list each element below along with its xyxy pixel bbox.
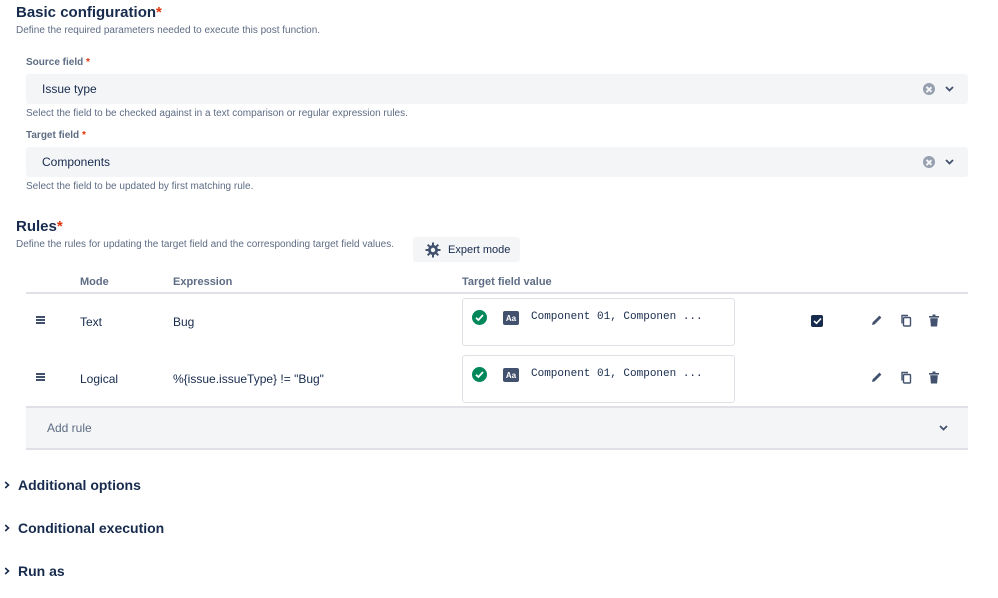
rules-description: Define the rules for updating the target… bbox=[16, 239, 395, 250]
required-asterisk: * bbox=[81, 130, 86, 141]
required-asterisk: * bbox=[56, 218, 63, 235]
source-field-label: Source field * bbox=[26, 57, 90, 68]
text-type-icon: Aa bbox=[503, 311, 519, 325]
basic-configuration-title: Basic configuration bbox=[16, 4, 157, 21]
expert-mode-button[interactable]: Expert mode bbox=[413, 237, 521, 262]
chevron-right-icon bbox=[4, 524, 10, 532]
copy-icon[interactable] bbox=[899, 313, 913, 327]
copy-icon[interactable] bbox=[899, 370, 913, 384]
chevron-down-icon[interactable] bbox=[945, 85, 954, 94]
additional-options-toggle[interactable]: Additional options bbox=[4, 477, 141, 493]
rule-checkbox[interactable] bbox=[811, 315, 823, 327]
additional-options-label: Additional options bbox=[18, 477, 141, 493]
table-row: Text Bug Aa Component 01, Componen ... bbox=[26, 296, 968, 346]
source-field-label-text: Source field bbox=[26, 57, 84, 68]
source-field-value: Issue type bbox=[42, 82, 97, 96]
trash-icon[interactable] bbox=[927, 370, 941, 384]
add-rule-select[interactable]: Add rule bbox=[32, 414, 962, 442]
chevron-down-icon[interactable] bbox=[939, 424, 948, 433]
run-as-toggle[interactable]: Run as bbox=[4, 563, 65, 579]
chevron-right-icon bbox=[4, 567, 10, 575]
add-rule-placeholder: Add rule bbox=[47, 421, 92, 435]
target-field-value: Components bbox=[42, 155, 111, 169]
check-circle-icon bbox=[472, 310, 487, 325]
table-row: Logical %{issue.issueType} != "Bug" Aa C… bbox=[26, 353, 968, 403]
text-type-icon: Aa bbox=[503, 368, 519, 382]
target-value-box: Aa Component 01, Componen ... bbox=[462, 355, 735, 403]
target-field-label-text: Target field bbox=[26, 130, 80, 141]
rule-mode: Text bbox=[80, 315, 103, 329]
rule-mode: Logical bbox=[80, 372, 119, 386]
target-field-select[interactable]: Components bbox=[26, 147, 968, 177]
clear-icon[interactable] bbox=[923, 156, 935, 168]
rules-table-header: Mode Expression Target field value bbox=[26, 272, 968, 294]
target-value-text: Component 01, Componen ... bbox=[531, 368, 703, 380]
required-asterisk: * bbox=[156, 4, 162, 21]
target-value-text: Component 01, Componen ... bbox=[531, 311, 703, 323]
edit-icon[interactable] bbox=[870, 370, 884, 384]
expert-mode-label: Expert mode bbox=[448, 243, 511, 256]
rule-expression: Bug bbox=[173, 315, 195, 329]
clear-icon[interactable] bbox=[923, 83, 935, 95]
drag-handle-icon[interactable] bbox=[36, 373, 45, 381]
target-value-box: Aa Component 01, Componen ... bbox=[462, 298, 735, 346]
target-field-helper: Select the field to be updated by first … bbox=[26, 181, 254, 192]
chevron-right-icon bbox=[4, 481, 10, 489]
rules-heading: Rules* bbox=[16, 218, 63, 235]
chevron-down-icon[interactable] bbox=[945, 158, 954, 167]
target-field-label: Target field * bbox=[26, 130, 86, 141]
source-field-select[interactable]: Issue type bbox=[26, 74, 968, 104]
basic-configuration-heading: Basic configuration* bbox=[16, 4, 162, 21]
drag-handle-icon[interactable] bbox=[36, 316, 45, 324]
column-expression: Expression bbox=[173, 276, 233, 288]
gear-icon bbox=[425, 242, 441, 258]
source-field-helper: Select the field to be checked against i… bbox=[26, 108, 408, 119]
required-asterisk: * bbox=[86, 57, 90, 68]
column-mode: Mode bbox=[80, 276, 109, 288]
run-as-label: Run as bbox=[18, 563, 65, 579]
rule-expression: %{issue.issueType} != "Bug" bbox=[173, 372, 324, 386]
check-circle-icon bbox=[472, 367, 487, 382]
trash-icon[interactable] bbox=[927, 313, 941, 327]
conditional-execution-label: Conditional execution bbox=[18, 520, 165, 536]
rules-title: Rules bbox=[16, 218, 57, 235]
add-rule-container: Add rule bbox=[26, 406, 968, 450]
conditional-execution-toggle[interactable]: Conditional execution bbox=[4, 520, 164, 536]
edit-icon[interactable] bbox=[870, 313, 884, 327]
basic-configuration-description: Define the required parameters needed to… bbox=[16, 25, 321, 36]
column-target-field-value: Target field value bbox=[462, 276, 552, 288]
